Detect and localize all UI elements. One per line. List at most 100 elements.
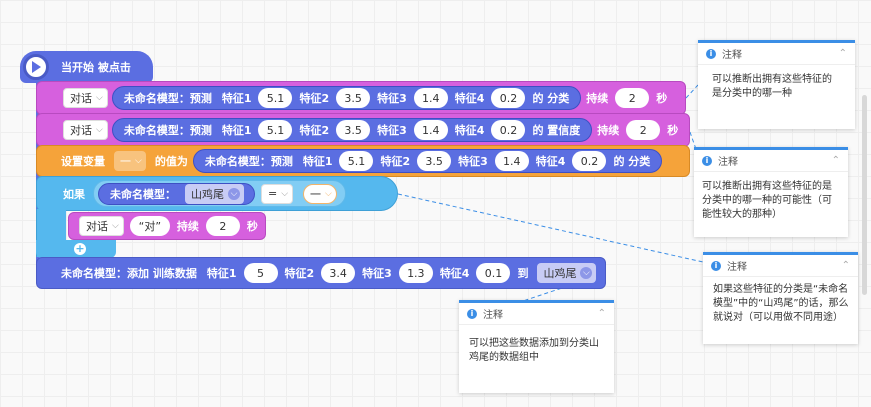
class-dropdown[interactable]: 山鸡尾 ⌵ bbox=[185, 183, 244, 204]
feature4-label: 特征4 bbox=[439, 267, 470, 280]
duration-label: 持续 bbox=[586, 92, 609, 105]
note-header[interactable]: i 注释 ⌃ bbox=[694, 150, 848, 172]
chevron-down-icon: ⌵ bbox=[580, 267, 593, 279]
note-body[interactable]: 可以把这些数据添加到分类山鸡尾的数据组中 bbox=[459, 325, 614, 377]
feature2-input[interactable]: 3.5 bbox=[336, 120, 371, 140]
feature1-input[interactable]: 5 bbox=[243, 263, 278, 283]
feature4-label: 特征4 bbox=[454, 124, 485, 137]
feature1-label: 特征1 bbox=[221, 124, 252, 137]
chevron-down-icon: ⌵ bbox=[96, 125, 103, 135]
feature1-label: 特征1 bbox=[302, 155, 333, 168]
info-icon: i bbox=[706, 48, 716, 59]
note-title: 注释 bbox=[722, 50, 742, 61]
collapse-icon[interactable]: ⌃ bbox=[842, 260, 850, 271]
add-branch-icon[interactable]: + bbox=[74, 243, 86, 255]
connector-note-1 bbox=[685, 84, 699, 99]
confidence-label: 的 置信度 bbox=[532, 124, 581, 137]
feature1-input[interactable]: 5.1 bbox=[258, 120, 293, 140]
feature2-input[interactable]: 3.4 bbox=[321, 263, 356, 283]
chevron-down-icon: ⌵ bbox=[281, 188, 289, 199]
collapse-icon[interactable]: ⌃ bbox=[598, 308, 606, 319]
model-label: 未命名模型： bbox=[110, 187, 176, 201]
hat-label: 当开始 被点击 bbox=[61, 61, 131, 74]
add-training-label: 未命名模型：添加 训练数据 bbox=[61, 267, 197, 280]
vertical-scrollbar[interactable] bbox=[862, 95, 867, 295]
feature4-label: 特征4 bbox=[454, 92, 485, 105]
feature2-input[interactable]: 3.5 bbox=[336, 88, 371, 108]
operator-dropdown[interactable]: = ⌵ bbox=[261, 183, 294, 204]
set-variable-block[interactable]: 设置变量 一 ⌵ 的值为 未命名模型：预测 特征1 5.1 特征2 3.5 特征3… bbox=[36, 145, 690, 177]
chevron-down-icon: ⌵ bbox=[228, 187, 240, 200]
predict-reporter[interactable]: 未命名模型：预测 特征1 5.1 特征2 3.5 特征3 1.4 特征4 0.2… bbox=[192, 149, 663, 173]
feature3-input[interactable]: 1.4 bbox=[494, 151, 529, 171]
class-dropdown[interactable]: 山鸡尾 ⌵ bbox=[537, 263, 597, 283]
feature3-label: 特征3 bbox=[458, 155, 488, 168]
say-action-dropdown[interactable]: 对话 ⌵ bbox=[79, 216, 124, 236]
info-icon: i bbox=[702, 155, 712, 166]
say-text-input[interactable]: “对” bbox=[129, 216, 170, 236]
if-block-footer: + bbox=[36, 240, 116, 258]
duration-input[interactable]: 2 bbox=[205, 216, 240, 236]
comment-note[interactable]: i 注释 ⌃ 可以推断出拥有这些特征的是分类中的哪一种的可能性（可能性较大的那种… bbox=[694, 147, 848, 237]
model-label: 未命名模型：预测 bbox=[204, 155, 293, 168]
feature4-input[interactable]: 0.2 bbox=[491, 120, 526, 140]
feature3-input[interactable]: 1.4 bbox=[413, 88, 448, 108]
play-icon[interactable] bbox=[23, 54, 49, 80]
predict-reporter[interactable]: 未命名模型：预测 特征1 5.1 特征2 3.5 特征3 1.4 特征4 0.2… bbox=[111, 86, 582, 110]
note-title: 注释 bbox=[718, 157, 738, 168]
collapse-icon[interactable]: ⌃ bbox=[839, 48, 847, 59]
chevron-down-icon: ⌵ bbox=[112, 221, 119, 231]
add-training-data-block[interactable]: 未命名模型：添加 训练数据 特征1 5 特征2 3.4 特征3 1.3 特征4 … bbox=[36, 257, 606, 289]
feature2-label: 特征2 bbox=[299, 124, 330, 137]
note-body[interactable]: 如果这些特征的分类是“未命名模型”中的“山鸡尾”的话，那么就说对（可以用做不同用… bbox=[703, 277, 858, 331]
feature1-label: 特征1 bbox=[221, 92, 252, 105]
if-block-header[interactable]: 如果 未命名模型： 山鸡尾 ⌵ = ⌵ 一 ⌵ bbox=[36, 176, 398, 211]
feature1-input[interactable]: 5.1 bbox=[339, 151, 374, 171]
say-action-dropdown[interactable]: 对话 ⌵ bbox=[63, 120, 108, 140]
feature4-input[interactable]: 0.1 bbox=[476, 263, 511, 283]
note-title: 注释 bbox=[727, 262, 747, 273]
feature3-input[interactable]: 1.3 bbox=[398, 263, 433, 283]
duration-input[interactable]: 2 bbox=[626, 120, 661, 140]
confidence-reporter[interactable]: 未命名模型：预测 特征1 5.1 特征2 3.5 特征3 1.4 特征4 0.2… bbox=[111, 118, 593, 142]
feature2-label: 特征2 bbox=[380, 155, 411, 168]
comment-note[interactable]: i 注释 ⌃ 可以把这些数据添加到分类山鸡尾的数据组中 bbox=[459, 300, 614, 393]
feature3-label: 特征3 bbox=[377, 92, 407, 105]
set-variable-label: 设置变量 bbox=[61, 155, 105, 168]
feature1-input[interactable]: 5.1 bbox=[258, 88, 293, 108]
note-header[interactable]: i 注释 ⌃ bbox=[698, 43, 855, 65]
duration-input[interactable]: 2 bbox=[615, 88, 650, 108]
feature4-input[interactable]: 0.2 bbox=[572, 151, 607, 171]
model-class-reporter[interactable]: 未命名模型： 山鸡尾 ⌵ bbox=[98, 182, 255, 205]
note-title: 注释 bbox=[483, 310, 503, 321]
comment-note[interactable]: i 注释 ⌃ 可以推断出拥有这些特征的是分类中的哪一种 bbox=[698, 40, 855, 129]
chevron-down-icon: ⌵ bbox=[325, 188, 332, 199]
note-body[interactable]: 可以推断出拥有这些特征的是分类中的哪一种的可能性（可能性较大的那种） bbox=[694, 172, 848, 230]
chevron-down-icon: ⌵ bbox=[135, 156, 142, 166]
feature4-label: 特征4 bbox=[535, 155, 566, 168]
say-block-correct[interactable]: 对话 ⌵ “对” 持续 2 秒 bbox=[68, 212, 266, 240]
say-block-confidence[interactable]: 对话 ⌵ 未命名模型：预测 特征1 5.1 特征2 3.5 特征3 1.4 特征4… bbox=[36, 113, 690, 147]
note-header[interactable]: i 注释 ⌃ bbox=[459, 303, 614, 325]
classification-label: 的 分类 bbox=[613, 155, 651, 168]
seconds-label: 秒 bbox=[667, 124, 679, 137]
feature2-input[interactable]: 3.5 bbox=[417, 151, 452, 171]
when-start-clicked-block[interactable]: 当开始 被点击 bbox=[20, 51, 153, 83]
duration-label: 持续 bbox=[176, 220, 199, 233]
variable-dropdown[interactable]: 一 ⌵ bbox=[303, 183, 337, 204]
say-action-dropdown[interactable]: 对话 ⌵ bbox=[63, 88, 108, 108]
note-body[interactable]: 可以推断出拥有这些特征的是分类中的哪一种 bbox=[698, 65, 855, 109]
info-icon: i bbox=[467, 308, 477, 319]
collapse-icon[interactable]: ⌃ bbox=[832, 155, 840, 166]
feature4-input[interactable]: 0.2 bbox=[491, 88, 526, 108]
equals-condition[interactable]: 未命名模型： 山鸡尾 ⌵ = ⌵ 一 ⌵ bbox=[93, 180, 346, 207]
feature1-label: 特征1 bbox=[206, 267, 237, 280]
feature3-input[interactable]: 1.4 bbox=[413, 120, 448, 140]
variable-dropdown[interactable]: 一 ⌵ bbox=[114, 151, 146, 171]
note-header[interactable]: i 注释 ⌃ bbox=[703, 255, 858, 277]
classification-label: 的 分类 bbox=[532, 92, 570, 105]
if-label: 如果 bbox=[63, 187, 85, 201]
feature3-label: 特征3 bbox=[362, 267, 392, 280]
say-block-classification[interactable]: 对话 ⌵ 未命名模型：预测 特征1 5.1 特征2 3.5 特征3 1.4 特征4… bbox=[36, 81, 686, 115]
comment-note[interactable]: i 注释 ⌃ 如果这些特征的分类是“未命名模型”中的“山鸡尾”的话，那么就说对（… bbox=[703, 252, 858, 344]
